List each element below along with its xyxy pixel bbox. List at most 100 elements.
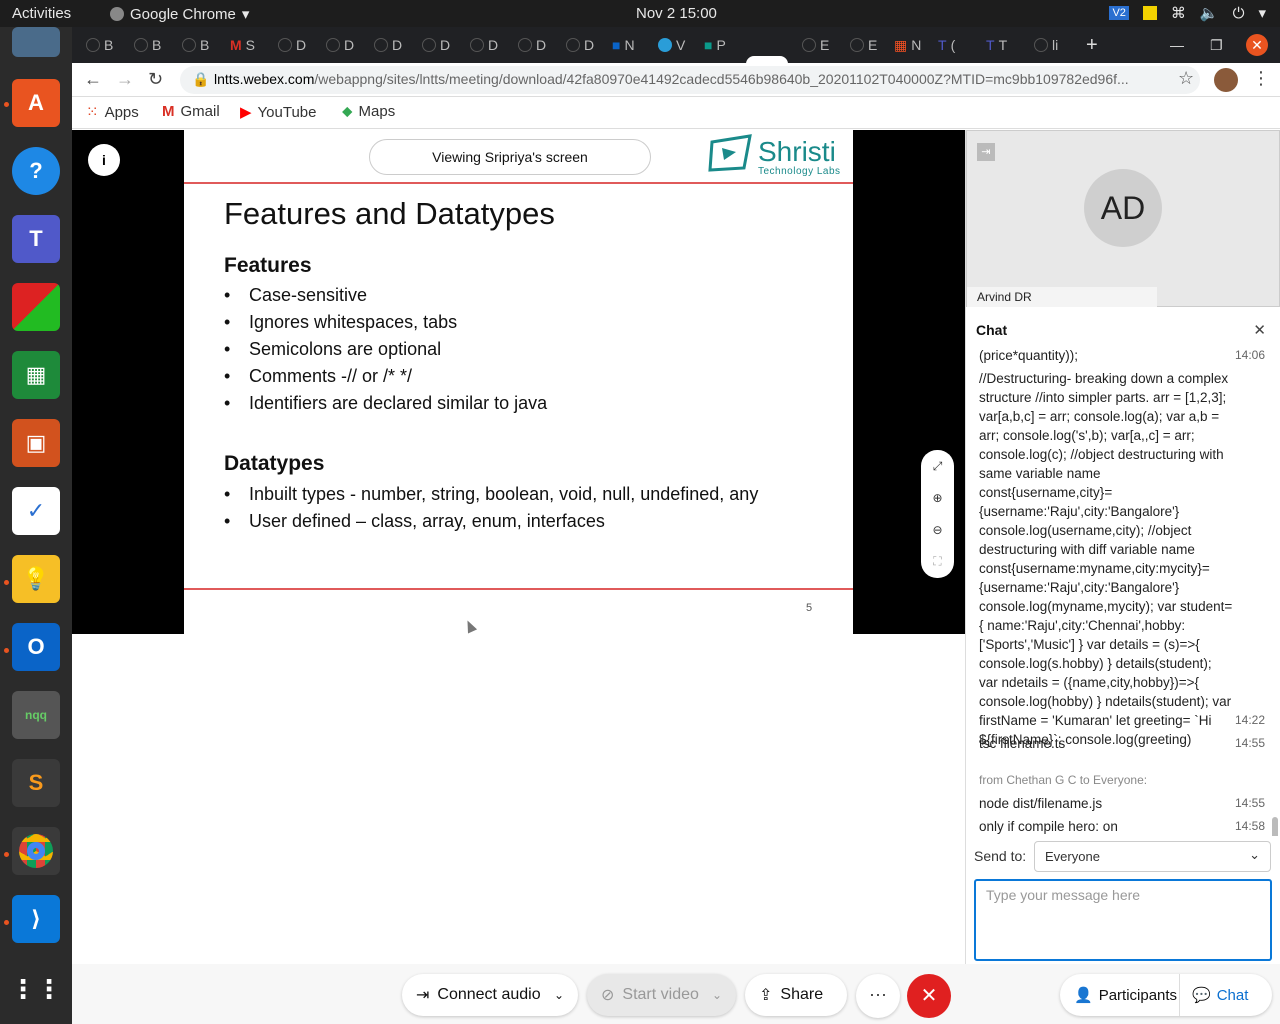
fit-screen-icon[interactable]: ⛶ [933,554,941,569]
list-item: • Ignores whitespaces, tabs [224,312,458,332]
tab-item[interactable]: TT [986,31,1007,59]
notes-tray-icon[interactable] [1142,6,1157,20]
sublime-icon[interactable]: S [12,759,60,807]
activities-button[interactable]: Activities [12,5,71,22]
maps-icon: ⬥ [342,103,353,120]
forward-icon[interactable]: → [116,69,134,90]
tab-item[interactable]: D [566,31,594,59]
menu-icon[interactable]: ⋮ [1252,68,1270,89]
tab-item[interactable]: B [134,31,161,59]
expand-icon[interactable]: ⤢ [933,459,943,474]
volume-icon[interactable]: 🔈 [1200,4,1219,22]
chevron-down-icon[interactable]: ⌄ [554,988,564,1002]
tab-item[interactable]: E [850,31,877,59]
zoom-out-icon[interactable]: ⊖ [932,523,942,537]
tab-item[interactable]: D [422,31,450,59]
participant-video-tile[interactable]: ⇥ AD Arvind DR [966,130,1280,307]
close-icon[interactable]: ✕ [1253,321,1266,339]
share-button[interactable]: ⇪ Share [745,974,847,1016]
send-to-select[interactable]: Everyone ⌄ [1034,841,1271,872]
todo-icon[interactable]: ✓ [12,487,60,535]
tab-item[interactable]: V [658,31,685,59]
tab-item[interactable]: ■ P [704,31,726,59]
chat-button[interactable]: 💬 Chat [1180,986,1248,1005]
clock[interactable]: Nov 2 15:00 [636,5,717,22]
tab-item[interactable]: ■ N [612,31,635,59]
teams-icon[interactable]: T [12,215,60,263]
participants-button[interactable]: 👤 Participants [1060,974,1180,1016]
vscode-icon[interactable]: ⟩ [12,895,60,943]
logo-subtitle: Technology Labs [758,166,841,177]
bookmark-gmail[interactable]: M Gmail [162,103,220,120]
keep-icon[interactable]: 💡 [12,555,60,603]
tab-item[interactable]: MS [230,31,255,59]
impress-icon[interactable]: ▣ [12,419,60,467]
files-icon[interactable] [12,27,60,57]
minimize-button[interactable]: — [1170,31,1184,59]
address-input[interactable]: 🔒 lntts.webex.com/webappng/sites/lntts/m… [180,66,1200,94]
tab-item[interactable]: B [86,31,113,59]
zoom-controls: ⤢ ⊕ ⊖ ⛶ [921,450,954,578]
viewing-banner: Viewing Sripriya's screen [369,139,651,175]
start-video-button[interactable]: ⊘ Start video ⌄ [587,974,736,1016]
tab-item[interactable]: ▦ N [894,31,921,59]
network-icon[interactable]: ⌘ [1171,4,1186,22]
tab-strip: B B B MS D D D D D D D ■N V ■P ✕ E E ▦N … [72,27,1280,90]
apps-grid-icon: ⁙ [86,104,99,121]
outlook-icon[interactable]: O [12,623,60,671]
leave-meeting-button[interactable]: ✕ [907,974,951,1018]
outlook-icon: ■ [612,37,621,53]
chat-message-input[interactable]: Type your message here [974,879,1272,961]
avatar[interactable] [1214,68,1238,92]
info-icon[interactable]: i [88,144,120,176]
tab-item[interactable]: D [470,31,498,59]
tab-item[interactable]: B [182,31,209,59]
calc-icon[interactable]: ▦ [12,351,60,399]
list-item: • Inbuilt types - number, string, boolean… [224,484,759,504]
more-options-button[interactable]: ··· [856,974,900,1018]
tab-item[interactable]: D [326,31,354,59]
tab-item[interactable]: li [1034,31,1058,59]
power-icon[interactable]: ⏻ [1233,5,1245,22]
virtual-desktop-icon[interactable]: V2 [1109,6,1129,20]
bookmark-star-icon[interactable]: ☆ [1178,68,1194,89]
app-menu[interactable]: Google Chrome ▾ [110,5,249,23]
help-icon[interactable]: ? [12,147,60,195]
zoom-in-icon[interactable]: ⊕ [932,491,942,505]
show-apps-icon[interactable]: ⋮⋮ [10,965,62,1013]
chevron-down-icon[interactable]: ⌄ [712,988,722,1002]
teams-icon: T [938,37,947,53]
new-tab-button[interactable]: + [1086,31,1098,59]
form-icon: ■ [704,37,713,53]
office-icon[interactable] [12,283,60,331]
side-panel: ⇥ AD Arvind DR Chat ✕ (price*quantity));… [965,130,1280,964]
chrome-icon[interactable] [12,827,60,875]
audio-connect-icon: ⇥ [416,987,430,1004]
tab-item[interactable]: D [278,31,306,59]
collapse-panel-icon[interactable]: ⇥ [977,143,995,161]
chevron-down-icon[interactable]: ▾ [1258,4,1266,22]
bookmark-maps[interactable]: ⬥ Maps [342,103,395,120]
system-tray[interactable]: V2 ⌘ 🔈 ⏻ ▾ [1109,4,1266,22]
tab-item[interactable]: E [802,31,829,59]
toolbar: ← → ↻ 🔒 lntts.webex.com/webappng/sites/l… [72,63,1280,97]
chat-scrollbar[interactable] [1272,817,1278,836]
software-icon[interactable]: A [12,79,60,127]
chat-log[interactable]: (price*quantity)); 14:06 //Destructuring-… [966,342,1280,836]
bookmark-youtube[interactable]: ▶ YouTube [240,103,317,122]
tab-item[interactable]: D [374,31,402,59]
chat-message: only if compile hero: on 14:58 [979,819,1265,834]
gmail-icon: M [230,37,242,53]
close-window-button[interactable]: ✕ [1246,31,1268,59]
tab-item[interactable]: D [518,31,546,59]
bookmark-apps[interactable]: ⁙ Apps [86,103,139,122]
chevron-down-icon: ⌄ [1249,847,1260,862]
shared-screen[interactable]: i Viewing Sripriya's screen Shristi Tech… [72,130,965,634]
reload-icon[interactable]: ↻ [148,69,163,90]
notes-icon[interactable]: nqq [12,691,60,739]
back-icon[interactable]: ← [84,69,102,90]
list-item: • Comments -// or /* */ [224,366,413,386]
tab-item[interactable]: T( [938,31,955,59]
maximize-button[interactable]: ❐ [1210,31,1223,59]
connect-audio-button[interactable]: ⇥ Connect audio ⌄ [402,974,578,1016]
